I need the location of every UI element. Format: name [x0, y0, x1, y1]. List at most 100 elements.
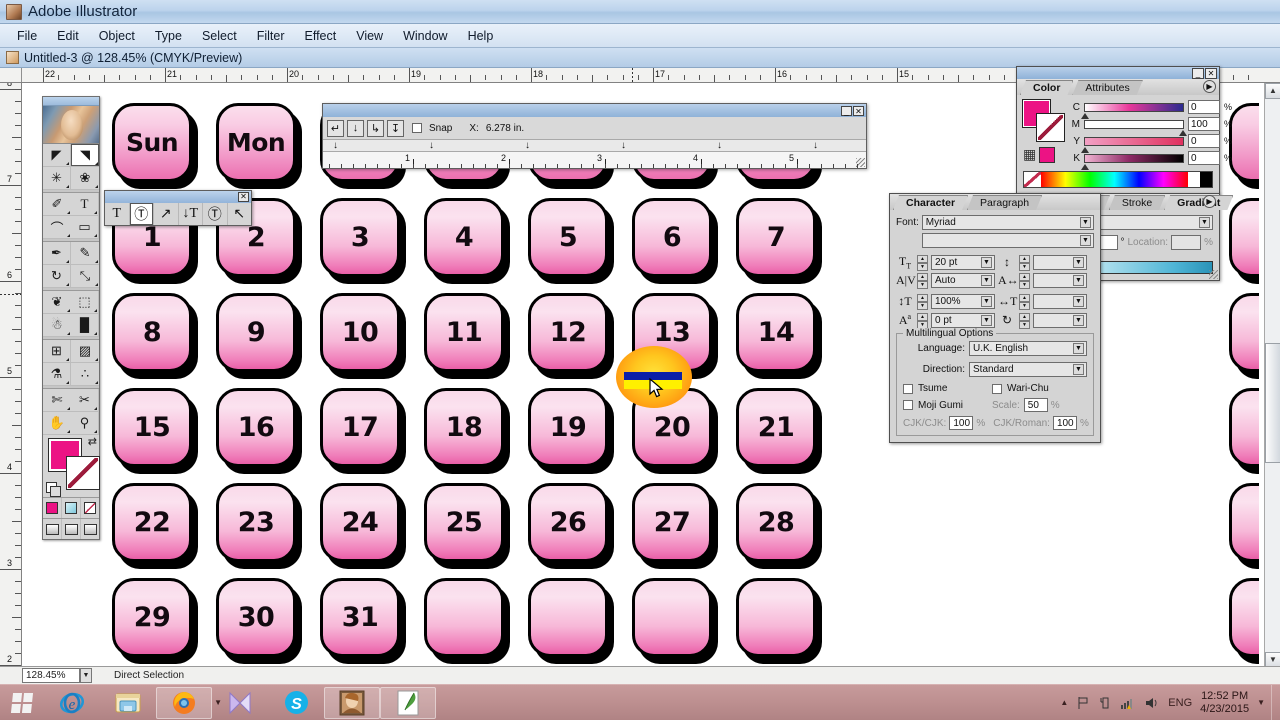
chevron-down-icon[interactable]: ▼ — [1199, 217, 1210, 228]
channel-value-k[interactable]: 0 — [1188, 151, 1220, 165]
calendar-partial-cell[interactable]: S — [1229, 103, 1259, 189]
snap-checkbox[interactable] — [412, 123, 422, 133]
lasso-tool[interactable]: ❀ — [71, 167, 99, 190]
center-justify-tab-button[interactable]: ↓ — [347, 119, 364, 137]
calendar-date-cell[interactable]: 5 — [528, 198, 614, 284]
character-rotation-dropdown[interactable]: ▼ — [1033, 312, 1087, 328]
calendar-date-cell[interactable]: 21 — [736, 388, 822, 474]
calendar-date-cell[interactable]: 10 — [320, 293, 406, 379]
tab-ruler-scale[interactable]: 1 2 3 4 5 — [323, 151, 866, 168]
slider-thumb[interactable] — [1081, 163, 1089, 170]
character-panel[interactable]: Character Paragraph Font: Myriad ▼ ▼ TT … — [889, 193, 1101, 444]
illustrator-icon[interactable] — [380, 686, 436, 719]
color-fill-button[interactable] — [43, 498, 62, 518]
calendar-date-cell[interactable]: 17 — [320, 388, 406, 474]
type-tool[interactable]: T — [105, 203, 130, 225]
tab-stop-marker[interactable]: ↓ — [813, 140, 818, 151]
standard-screen-mode-button[interactable] — [43, 519, 62, 539]
scissors-tool[interactable]: ✂ — [71, 389, 99, 412]
language-indicator[interactable]: ENG — [1168, 697, 1192, 709]
gradient-tool[interactable]: ▨ — [71, 340, 99, 363]
column-graph-tool[interactable]: █ — [71, 314, 99, 337]
calendar-partial-cell[interactable]: 2 — [1229, 483, 1259, 569]
zoom-level-input[interactable]: 128.45% — [22, 668, 80, 683]
minimize-icon[interactable]: _ — [1192, 68, 1204, 79]
menu-item-select[interactable]: Select — [193, 26, 246, 46]
menu-item-help[interactable]: Help — [459, 26, 503, 46]
tab-ruler-window[interactable]: _ ✕ ↵ ↓ ↳ ↧ Snap X: 6.278 in. ↓ ↓ ↓ ↓ ↓ ↓ 1 2 3… — [322, 103, 867, 169]
type-tool[interactable]: T — [71, 193, 99, 216]
calendar-date-cell[interactable]: 9 — [216, 293, 302, 379]
calendar-day-header-cell[interactable]: S — [1229, 103, 1259, 189]
network-icon[interactable] — [1120, 696, 1136, 710]
channel-slider-y[interactable] — [1081, 136, 1184, 153]
clock[interactable]: 12:52 PM 4/23/2015 — [1200, 690, 1249, 716]
tab-stop-marker[interactable]: ↓ — [717, 140, 722, 151]
horizontal-scale-dropdown[interactable]: ▼ — [1033, 294, 1087, 310]
none-fill-button[interactable] — [81, 498, 99, 518]
calendar-date-cell[interactable]: 15 — [112, 388, 198, 474]
chevron-down-icon[interactable]: ▼ — [1073, 275, 1084, 287]
color-panel[interactable]: _ ✕ Color Attributes ▶ ▦ C 0% M 100% Y 0% K 0% — [1016, 66, 1232, 195]
language-dropdown[interactable]: U.K. English ▼ — [969, 341, 1087, 357]
font-style-dropdown[interactable]: ▼ — [922, 233, 1094, 248]
warichu-checkbox[interactable] — [992, 383, 1002, 394]
stroke-swatch[interactable] — [1036, 113, 1065, 142]
firefox-icon[interactable]: ▼ — [156, 686, 222, 719]
channel-slider-k[interactable] — [1081, 153, 1184, 170]
direction-dropdown[interactable]: Standard ▼ — [969, 362, 1087, 378]
white-swatch[interactable] — [1188, 172, 1200, 187]
color-panel-title-bar[interactable]: _ ✕ — [1017, 67, 1219, 79]
scale-tool[interactable]: ⤡ — [71, 265, 99, 288]
symbol-sprayer-tool[interactable]: ☃ — [43, 314, 71, 337]
calendar-date-cell[interactable]: 16 — [216, 388, 302, 474]
menu-item-view[interactable]: View — [347, 26, 392, 46]
tab-stop-marker[interactable]: ↓ — [525, 140, 530, 151]
rotate-tool[interactable]: ↻ — [43, 265, 71, 288]
channel-slider-m[interactable] — [1084, 119, 1187, 136]
menu-item-window[interactable]: Window — [394, 26, 456, 46]
calendar-partial-cell[interactable]: 1 — [1229, 388, 1259, 474]
tray-overflow-icon[interactable]: ▼ — [1257, 698, 1265, 707]
calendar-partial-cell[interactable]: 8 — [1229, 293, 1259, 379]
leading-stepper[interactable]: ▲ ▼ — [1019, 254, 1030, 271]
pen-tool[interactable]: ✐ — [43, 193, 71, 216]
paint-mode-buttons[interactable] — [43, 497, 99, 518]
tab-stop-markers[interactable]: ↓ ↓ ↓ ↓ ↓ ↓ — [323, 139, 866, 151]
calendar-day-header-cell[interactable]: Mon — [216, 103, 302, 189]
line-segment-tool[interactable]: ⌒ — [43, 216, 71, 239]
calendar-date-cell[interactable]: 11 — [424, 293, 510, 379]
calendar-date-cell[interactable]: 6 — [632, 198, 718, 284]
tab-stroke[interactable]: Stroke — [1109, 195, 1165, 210]
calendar-date-cell[interactable]: 22 — [112, 483, 198, 569]
calendar-date-cell[interactable]: 24 — [320, 483, 406, 569]
slider-thumb[interactable] — [1179, 129, 1187, 136]
calendar-date-cell[interactable]: 30 — [216, 578, 302, 664]
stroke-swatch[interactable] — [66, 456, 100, 490]
mojigumi-checkbox[interactable] — [903, 400, 913, 411]
type-tool-flyout-palette[interactable]: ✕ T Ⓣ ↗ ↓T Ⓣ ↖ — [104, 190, 252, 226]
chevron-down-icon[interactable]: ▼ — [981, 275, 992, 287]
spectrum-bar[interactable] — [1041, 172, 1188, 187]
calendar-date-cell[interactable]: 8 — [1229, 293, 1259, 379]
selection-tool[interactable]: ◤ — [43, 144, 71, 167]
direct-selection-tool[interactable]: ◥ — [71, 144, 99, 167]
baseline-shift-stepper[interactable]: ▲ ▼ — [917, 312, 928, 329]
mesh-tool[interactable]: ⊞ — [43, 340, 71, 363]
out-of-gamut-swatch[interactable] — [1039, 146, 1056, 163]
zoom-tool[interactable]: ⚲ — [71, 412, 99, 435]
chevron-down-icon[interactable]: ▼ — [981, 296, 992, 308]
minimize-icon[interactable]: _ — [841, 105, 852, 116]
black-swatch[interactable] — [1200, 172, 1212, 187]
calendar-date-cell[interactable] — [736, 578, 822, 664]
calendar-date-cell[interactable]: 2 — [1229, 578, 1259, 664]
vertical-type-on-path-tool[interactable]: ↖ — [228, 203, 252, 225]
menu-item-file[interactable]: File — [8, 26, 46, 46]
hand-tool[interactable]: ✋ — [43, 412, 71, 435]
tab-stop-marker[interactable]: ↓ — [333, 140, 338, 151]
calendar-date-cell[interactable]: 31 — [320, 578, 406, 664]
panel-menu-icon[interactable]: ▶ — [1203, 195, 1216, 208]
vertical-scrollbar[interactable]: ▲ ▼ — [1264, 83, 1280, 668]
cjk-cjk-input[interactable]: 100 — [949, 416, 974, 431]
calendar-date-cell[interactable]: 26 — [528, 483, 614, 569]
